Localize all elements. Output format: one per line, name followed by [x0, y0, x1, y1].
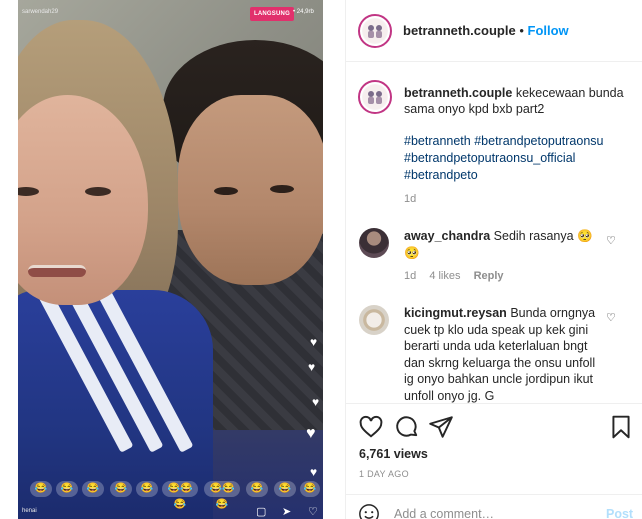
emoji-reaction[interactable]: 😂😂😂: [162, 481, 198, 510]
like-comment-heart-icon[interactable]: ♡: [606, 234, 616, 247]
commenter-avatar[interactable]: [359, 305, 389, 335]
floating-heart-icon: ♥: [306, 425, 316, 442]
caption-username[interactable]: betranneth.couple: [404, 86, 512, 100]
woman-eye: [85, 187, 111, 196]
views-count[interactable]: 6,761 views: [359, 447, 428, 461]
live-video[interactable]: sarwendah29 LANGSUNG • 24,9rb ♥ ♥ ♥ ♥ ♥ …: [18, 0, 323, 519]
comment-username[interactable]: kicingmut.reysan: [404, 306, 507, 320]
woman-mouth: [28, 265, 86, 277]
caption-time[interactable]: 1d: [404, 193, 416, 205]
media-panel: sarwendah29 LANGSUNG • 24,9rb ♥ ♥ ♥ ♥ ♥ …: [0, 0, 345, 519]
hashtag-link[interactable]: #betranneth: [404, 134, 471, 148]
couple-logo-icon: [363, 19, 387, 43]
comment-username[interactable]: away_chandra: [404, 229, 490, 243]
post-header: betranneth.couple • Follow: [346, 0, 642, 62]
live-comment-text: henai: [22, 508, 37, 514]
comment-text: Bunda orngnya cuek tp klo uda speak up k…: [404, 306, 596, 403]
like-comment-heart-icon[interactable]: ♡: [606, 311, 616, 324]
emoji-reaction[interactable]: 😂: [82, 481, 104, 497]
emoji-reaction[interactable]: 😂: [136, 481, 158, 497]
hashtag-link[interactable]: #betrandpeto: [404, 167, 629, 184]
emoji-reaction[interactable]: 😂: [274, 481, 296, 497]
viewer-count: • 24,9rb: [293, 9, 314, 15]
avatar-image: [362, 18, 388, 44]
follow-button[interactable]: Follow: [528, 23, 569, 38]
post-actions: 6,761 views 1 DAY AGO Post: [346, 403, 642, 519]
couple-logo-icon: [363, 85, 387, 109]
man-eye: [214, 187, 238, 195]
post-details-pane: betranneth.couple • Follow betranneth.co…: [346, 0, 642, 519]
woman-eye: [18, 187, 39, 196]
like-heart-icon[interactable]: [358, 414, 384, 440]
emoji-smiley-icon[interactable]: [358, 503, 380, 519]
man-face: [178, 95, 323, 285]
floating-heart-icon: ♥: [310, 335, 318, 349]
man-eye: [270, 185, 294, 193]
header-separator: •: [519, 23, 524, 38]
live-username: sarwendah29: [22, 9, 59, 15]
header-username[interactable]: betranneth.couple: [403, 23, 516, 38]
header-user-line: betranneth.couple • Follow: [403, 23, 569, 38]
avatar-image: [362, 84, 388, 110]
caption-hashtags: #betranneth #betrandpetoputraonsu #betra…: [404, 133, 629, 184]
comments-list[interactable]: betranneth.couple kekecewaan bunda sama …: [346, 63, 642, 403]
add-comment-input[interactable]: [394, 507, 584, 519]
emoji-reaction[interactable]: 😂: [56, 481, 78, 497]
emoji-reaction[interactable]: 😂: [246, 481, 268, 497]
heart-icon[interactable]: ♡: [308, 505, 318, 518]
post-comment-button[interactable]: Post: [606, 507, 633, 519]
comment: away_chandra Sedih rasanya 🥺 🥺: [404, 228, 604, 261]
floating-heart-icon: ♥: [308, 360, 316, 374]
save-bookmark-icon[interactable]: [608, 414, 634, 440]
post-time-ago[interactable]: 1 DAY AGO: [359, 469, 409, 479]
comment: kicingmut.reysan Bunda orngnya cuek tp k…: [404, 305, 604, 403]
comment-meta: 1d 4 likes Reply: [404, 270, 504, 282]
floating-heart-icon: ♥: [312, 395, 320, 409]
caption: betranneth.couple kekecewaan bunda sama …: [404, 85, 629, 117]
emoji-reaction[interactable]: 😂: [30, 481, 52, 497]
floating-heart-icon: ♥: [310, 465, 318, 479]
comment-icon[interactable]: [394, 414, 420, 440]
add-comment-row: Post: [346, 494, 642, 519]
emoji-reaction[interactable]: 😂: [110, 481, 132, 497]
emoji-reaction-row: 😂 😂 😂 😂 😂 😂😂😂 😂😂😂 😂 😂 😂: [20, 481, 323, 510]
emoji-reaction[interactable]: 😂😂😂: [204, 481, 240, 510]
caption-avatar[interactable]: [358, 80, 392, 114]
question-icon[interactable]: ▢: [256, 505, 266, 518]
share-icon[interactable]: [428, 414, 454, 440]
live-badge: LANGSUNG: [250, 7, 294, 21]
hashtag-link[interactable]: #betrandpetoputraonsu_official: [404, 150, 629, 167]
comment-time[interactable]: 1d: [404, 270, 416, 282]
reply-button[interactable]: Reply: [474, 270, 504, 282]
comment-likes[interactable]: 4 likes: [429, 270, 460, 282]
emoji-reaction[interactable]: 😂: [300, 481, 320, 497]
commenter-avatar[interactable]: [359, 228, 389, 258]
hashtag-link[interactable]: #betrandpetoputraonsu: [474, 134, 603, 148]
profile-avatar[interactable]: [358, 14, 392, 48]
send-icon[interactable]: ➤: [282, 505, 291, 518]
